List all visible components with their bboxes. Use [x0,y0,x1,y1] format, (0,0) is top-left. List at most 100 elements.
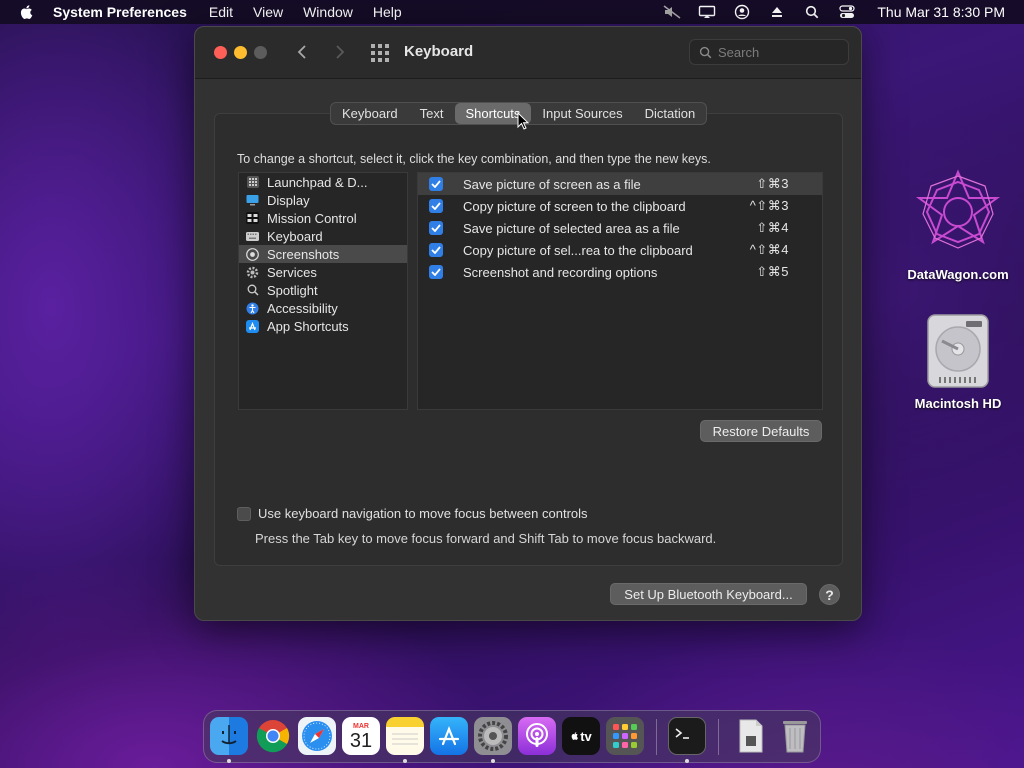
shortcut-label: Copy picture of screen to the clipboard [463,198,686,214]
dock-calendar[interactable]: MAR 31 [342,717,380,755]
back-button[interactable] [292,41,312,63]
show-all-grid-icon[interactable] [370,43,390,63]
category-spotlight[interactable]: Spotlight [239,281,407,299]
category-label: Accessibility [267,300,338,316]
menu-help[interactable]: Help [373,4,402,20]
menu-view[interactable]: View [253,4,283,20]
apple-icon [571,732,579,740]
category-screenshots[interactable]: Screenshots [239,245,407,263]
category-app-shortcuts[interactable]: App Shortcuts [239,317,407,335]
category-label: Screenshots [267,246,340,262]
shortcut-keys[interactable]: ⇧⌘3 [756,176,789,192]
apple-icon[interactable] [18,3,36,21]
category-list[interactable]: Launchpad & D... Display Mission Control… [238,172,408,410]
shortcut-row[interactable]: Save picture of screen as a file ⇧⌘3 [418,173,822,195]
shortcut-row[interactable]: Save picture of selected area as a file … [418,217,822,239]
accessibility-icon [246,302,259,315]
desktop-icon-macintosh-hd[interactable]: Macintosh HD [903,313,1013,411]
shortcut-row[interactable]: Screenshot and recording options ⇧⌘5 [418,261,822,283]
checkmark-icon [431,202,441,210]
shortcut-checkbox[interactable] [429,265,443,279]
screen-mirroring-icon[interactable] [698,4,716,20]
eject-icon[interactable] [768,4,786,20]
shortcut-label: Screenshot and recording options [463,264,658,280]
tab-keyboard[interactable]: Keyboard [331,103,409,124]
setup-bluetooth-keyboard-button[interactable]: Set Up Bluetooth Keyboard... [610,583,807,605]
spotlight-icon [246,284,259,297]
category-services[interactable]: Services [239,263,407,281]
help-button[interactable]: ? [819,584,840,605]
zoom-button[interactable] [254,46,267,59]
dock-downloads[interactable] [732,717,770,755]
dock-separator [718,719,719,755]
category-label: App Shortcuts [267,318,349,334]
dock-chrome[interactable] [254,717,292,755]
dock-system-preferences[interactable] [474,717,512,755]
dock-launchpad[interactable] [606,717,644,755]
dock-apple-tv[interactable]: tv [562,717,600,755]
category-accessibility[interactable]: Accessibility [239,299,407,317]
dock-app-store[interactable] [430,717,468,755]
mission-control-icon [246,212,259,225]
dock-finder[interactable] [210,717,248,755]
close-button[interactable] [214,46,227,59]
running-indicator [403,759,407,763]
shortcut-keys[interactable]: ⇧⌘5 [756,264,789,280]
category-display[interactable]: Display [239,191,407,209]
category-label: Services [267,264,317,280]
dock-terminal[interactable] [668,717,706,755]
keyboard-navigation-checkbox[interactable] [237,506,251,521]
shortcut-keys[interactable]: ^⇧⌘3 [750,198,789,214]
dock-podcasts[interactable] [518,717,556,755]
menu-edit[interactable]: Edit [209,4,233,20]
keyboard-navigation-option[interactable]: Use keyboard navigation to move focus be… [237,506,588,521]
control-center-icon[interactable] [838,4,856,20]
calendar-day: 31 [349,729,373,752]
launchpad-icon [246,176,259,189]
dock-trash[interactable] [776,717,814,755]
menu-window[interactable]: Window [303,4,353,20]
chevron-right-icon [336,45,345,59]
shortcut-keys[interactable]: ^⇧⌘4 [750,242,789,258]
checkmark-icon [431,224,441,232]
shortcut-row[interactable]: Copy picture of screen to the clipboard … [418,195,822,217]
search-icon[interactable] [803,4,821,20]
shortcut-keys[interactable]: ⇧⌘4 [756,220,789,236]
hard-drive-icon [927,314,989,388]
datawagon-logo-icon [915,169,1001,249]
document-icon [739,719,763,753]
category-mission-control[interactable]: Mission Control [239,209,407,227]
shortcut-checkbox[interactable] [429,243,443,257]
dock-notes[interactable] [386,717,424,755]
user-icon[interactable] [733,4,751,20]
mute-icon[interactable] [663,4,681,20]
forward-button[interactable] [330,41,350,63]
shortcut-checkbox[interactable] [429,177,443,191]
search-icon [699,46,712,58]
category-launchpad[interactable]: Launchpad & D... [239,173,407,191]
shortcut-checkbox[interactable] [429,221,443,235]
gear-icon [246,266,259,279]
shortcut-checkbox[interactable] [429,199,443,213]
search-field[interactable] [689,39,849,65]
tab-dictation[interactable]: Dictation [634,103,707,124]
dock-safari[interactable] [298,717,336,755]
minimize-button[interactable] [234,46,247,59]
chrome-icon [256,720,290,753]
podcasts-icon [526,723,548,747]
search-input[interactable] [718,44,838,60]
title-bar: Keyboard [195,27,861,79]
launchpad-icon [613,724,637,748]
menu-clock[interactable]: Thu Mar 31 8:30 PM [877,4,1005,20]
tab-text[interactable]: Text [409,103,455,124]
running-indicator [491,759,495,763]
shortcuts-list[interactable]: Save picture of screen as a file ⇧⌘3 Cop… [417,172,823,410]
instructions-text: To change a shortcut, select it, click t… [237,152,711,166]
restore-defaults-button[interactable]: Restore Defaults [700,420,822,442]
menu-app-name[interactable]: System Preferences [53,4,187,20]
category-keyboard[interactable]: Keyboard [239,227,407,245]
shortcut-row[interactable]: Copy picture of sel...rea to the clipboa… [418,239,822,261]
tab-input-sources[interactable]: Input Sources [531,103,633,124]
shortcut-label: Save picture of screen as a file [463,176,641,192]
desktop-icon-datawagon[interactable]: DataWagon.com [903,168,1013,282]
